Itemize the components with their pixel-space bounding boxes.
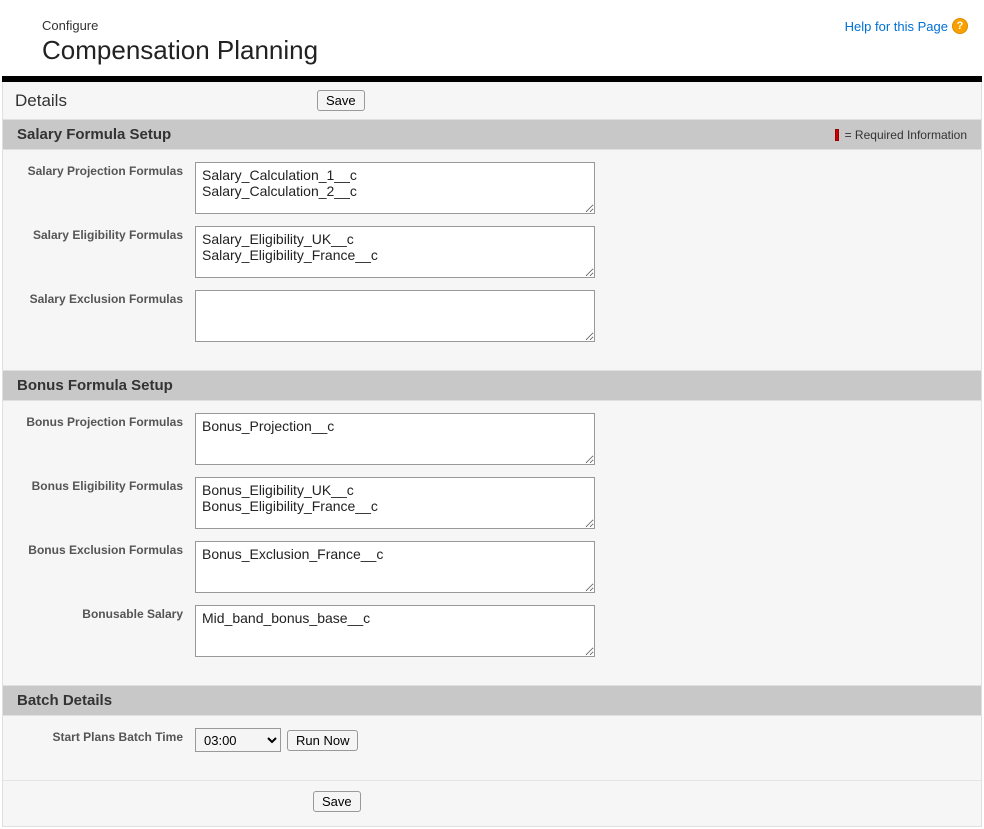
bonus-eligibility-input[interactable]	[195, 477, 595, 529]
bonusable-salary-row: Bonusable Salary	[3, 605, 981, 657]
section-batch-header: Batch Details	[3, 685, 981, 716]
salary-eligibility-row: Salary Eligibility Formulas	[3, 226, 981, 278]
footer-toolbar: Save	[3, 780, 981, 826]
batch-time-select[interactable]: 03:00	[195, 728, 281, 752]
content-area: Details Save Salary Formula Setup = Requ…	[2, 82, 982, 827]
batch-controls: 03:00 Run Now	[195, 728, 358, 752]
batch-form-body: Start Plans Batch Time 03:00 Run Now	[3, 716, 981, 780]
help-for-page-link[interactable]: Help for this Page ?	[845, 18, 968, 34]
bonus-eligibility-row: Bonus Eligibility Formulas	[3, 477, 981, 529]
section-bonus-title: Bonus Formula Setup	[17, 377, 173, 394]
salary-eligibility-input[interactable]	[195, 226, 595, 278]
save-button-bottom[interactable]: Save	[313, 791, 361, 812]
required-info-text: = Required Information	[845, 128, 967, 142]
bonusable-salary-label: Bonusable Salary	[11, 605, 195, 621]
bonusable-salary-input[interactable]	[195, 605, 595, 657]
salary-exclusion-label: Salary Exclusion Formulas	[11, 290, 195, 306]
salary-exclusion-row: Salary Exclusion Formulas	[3, 290, 981, 342]
help-icon: ?	[952, 18, 968, 34]
required-info: = Required Information	[835, 128, 967, 142]
bonus-form-body: Bonus Projection Formulas Bonus Eligibil…	[3, 401, 981, 685]
salary-projection-row: Salary Projection Formulas	[3, 162, 981, 214]
bonus-projection-input[interactable]	[195, 413, 595, 465]
bonus-exclusion-label: Bonus Exclusion Formulas	[11, 541, 195, 557]
section-batch-title: Batch Details	[17, 692, 112, 709]
bonus-eligibility-label: Bonus Eligibility Formulas	[11, 477, 195, 493]
details-toolbar: Details Save	[3, 82, 981, 119]
salary-eligibility-label: Salary Eligibility Formulas	[11, 226, 195, 242]
salary-exclusion-input[interactable]	[195, 290, 595, 342]
bonus-exclusion-input[interactable]	[195, 541, 595, 593]
run-now-button[interactable]: Run Now	[287, 730, 358, 751]
bonus-projection-label: Bonus Projection Formulas	[11, 413, 195, 429]
page-header: Configure Compensation Planning Help for…	[0, 0, 984, 76]
batch-time-row: Start Plans Batch Time 03:00 Run Now	[3, 728, 981, 752]
section-bonus-header: Bonus Formula Setup	[3, 370, 981, 401]
page-subtitle: Configure	[42, 18, 964, 33]
details-heading: Details	[15, 91, 67, 111]
salary-projection-input[interactable]	[195, 162, 595, 214]
bonus-exclusion-row: Bonus Exclusion Formulas	[3, 541, 981, 593]
section-salary-header: Salary Formula Setup = Required Informat…	[3, 119, 981, 150]
required-marker-icon	[835, 129, 839, 141]
help-link-text: Help for this Page	[845, 19, 948, 34]
batch-time-label: Start Plans Batch Time	[11, 728, 195, 744]
bonus-projection-row: Bonus Projection Formulas	[3, 413, 981, 465]
page-title: Compensation Planning	[42, 35, 964, 66]
save-button-top[interactable]: Save	[317, 90, 365, 111]
salary-projection-label: Salary Projection Formulas	[11, 162, 195, 178]
salary-form-body: Salary Projection Formulas Salary Eligib…	[3, 150, 981, 370]
section-salary-title: Salary Formula Setup	[17, 126, 171, 143]
